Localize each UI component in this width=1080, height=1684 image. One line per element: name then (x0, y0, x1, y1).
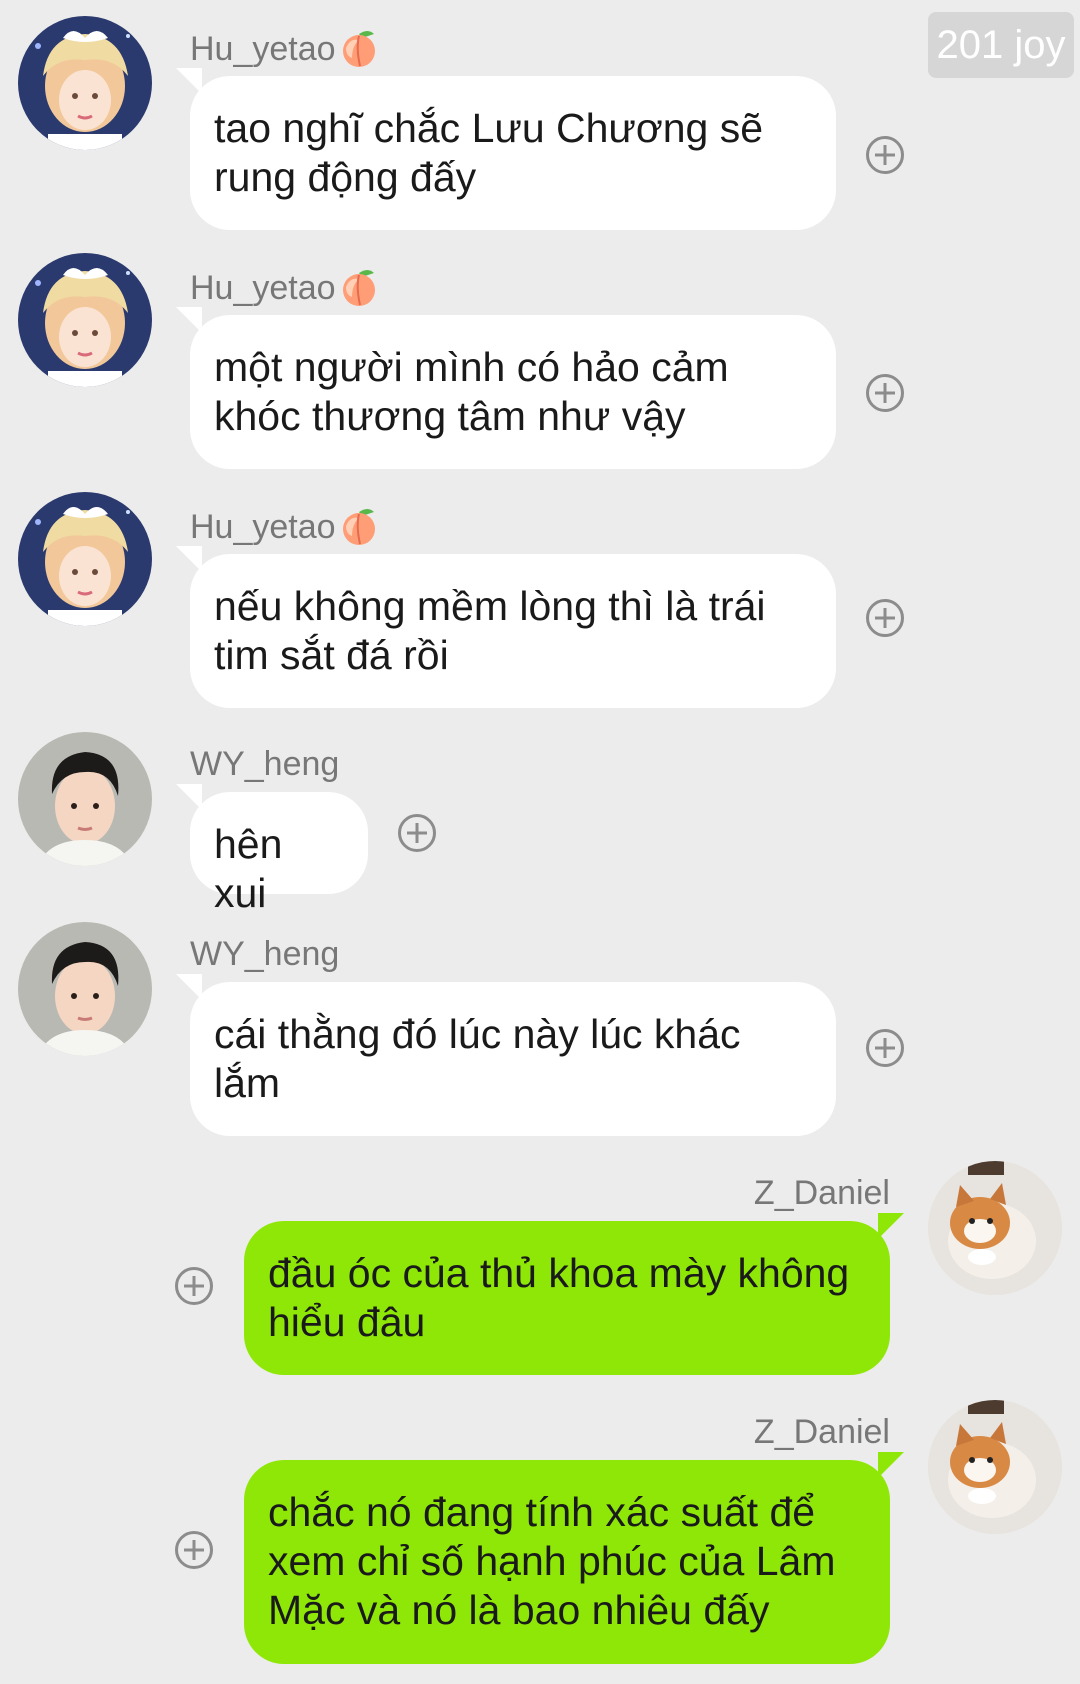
add-reaction-icon[interactable] (866, 599, 904, 637)
chat-message: Hu_yetao tao nghĩ chắc Lưu Chương sẽ run… (0, 14, 1080, 234)
message-bubble[interactable]: đầu óc của thủ khoa mày không hiểu đâu (244, 1221, 890, 1375)
sender-name: Hu_yetao (190, 267, 380, 316)
chat-message: WY_heng cái thằng đó lúc này lúc khác lắ… (0, 920, 1080, 1140)
add-reaction-icon[interactable] (398, 814, 436, 852)
message-bubble[interactable]: tao nghĩ chắc Lưu Chương sẽ rung động đấ… (190, 76, 836, 230)
avatar-blonde[interactable] (18, 16, 152, 150)
sender-name: Z_Daniel (753, 1174, 890, 1212)
bubble-tail (878, 1452, 904, 1478)
add-reaction-icon[interactable] (866, 1029, 904, 1067)
peach-icon (338, 28, 380, 77)
bubble-tail (878, 1213, 904, 1239)
add-reaction-icon[interactable] (866, 136, 904, 174)
chat-message: Z_Daniel chắc nó đang tính xác suất để x… (0, 1398, 1080, 1668)
message-bubble[interactable]: một người mình có hảo cảm khóc thương tâ… (190, 315, 836, 469)
message-bubble[interactable]: nếu không mềm lòng thì là trái tim sắt đ… (190, 554, 836, 708)
sender-name: Hu_yetao (190, 506, 380, 555)
sender-name: Hu_yetao (190, 28, 380, 77)
avatar-cat[interactable] (928, 1400, 1062, 1534)
avatar-dark-hair[interactable] (18, 732, 152, 866)
sender-name: Z_Daniel (753, 1413, 890, 1451)
sender-name: WY_heng (190, 745, 340, 783)
add-reaction-icon[interactable] (175, 1531, 213, 1569)
avatar-blonde[interactable] (18, 253, 152, 387)
chat-message: Z_Daniel đầu óc của thủ khoa mày không h… (0, 1159, 1080, 1379)
message-bubble[interactable]: hên xui (190, 792, 368, 916)
avatar-cat[interactable] (928, 1161, 1062, 1295)
chat-message: Hu_yetao một người mình có hảo cảm khóc … (0, 253, 1080, 473)
avatar-dark-hair[interactable] (18, 922, 152, 1056)
chat-message: WY_heng hên xui (0, 730, 1080, 916)
add-reaction-icon[interactable] (175, 1267, 213, 1305)
message-bubble[interactable]: chắc nó đang tính xác suất để xem chỉ số… (244, 1460, 890, 1664)
sender-name: WY_heng (190, 935, 340, 973)
chat-message: Hu_yetao nếu không mềm lòng thì là trái … (0, 492, 1080, 712)
avatar-blonde[interactable] (18, 492, 152, 626)
peach-icon (338, 506, 380, 555)
peach-icon (338, 267, 380, 316)
add-reaction-icon[interactable] (866, 374, 904, 412)
message-bubble[interactable]: cái thằng đó lúc này lúc khác lắm (190, 982, 836, 1136)
